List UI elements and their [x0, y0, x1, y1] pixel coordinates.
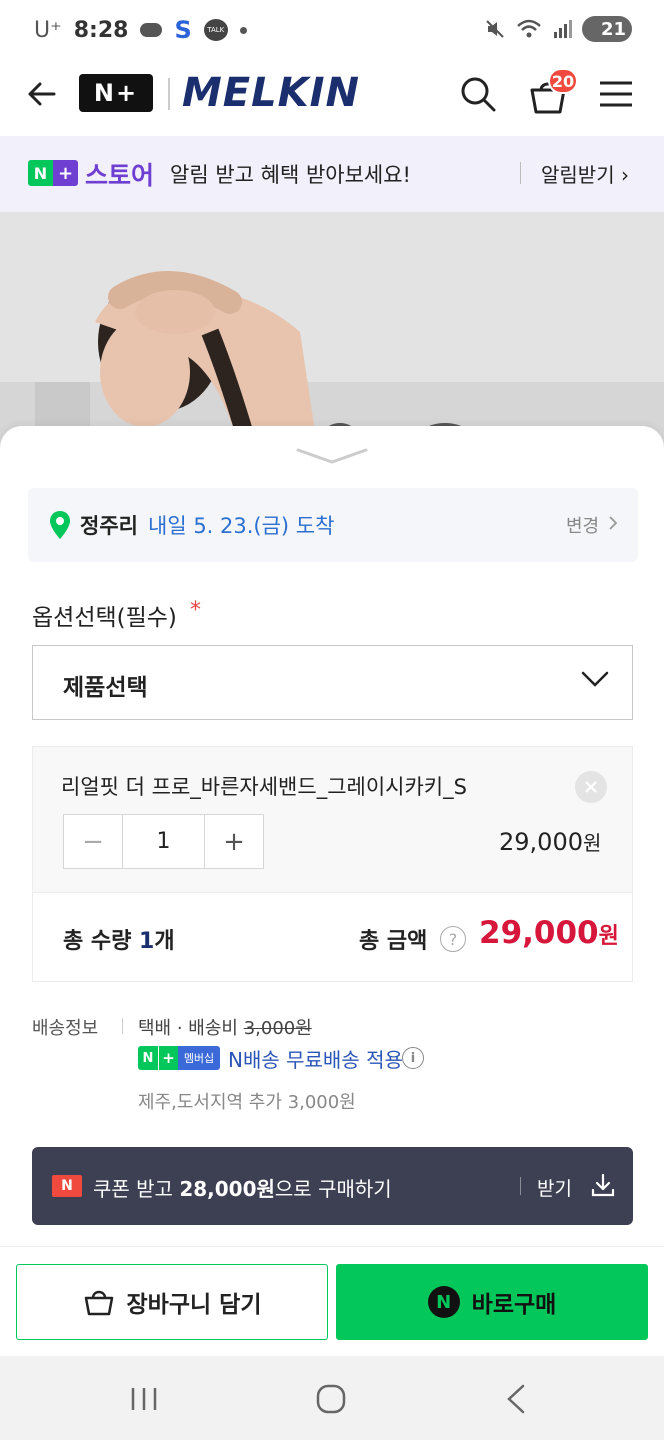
- collapse-chevron-icon[interactable]: [296, 444, 368, 466]
- naver-pay-icon: N: [427, 1286, 460, 1318]
- total-amount: 29,000원: [479, 915, 619, 951]
- system-back-icon[interactable]: [504, 1384, 528, 1414]
- brand-logo[interactable]: MELKIN: [182, 70, 360, 116]
- purchase-action-bar: 장바구니 담기 N 바로구매: [0, 1246, 664, 1356]
- coupon-text-suffix: 으로 구매하기: [274, 1177, 392, 1201]
- total-quantity-value: 1: [139, 929, 155, 954]
- remove-item-icon[interactable]: [575, 771, 607, 803]
- naver-n-badge: N: [52, 1175, 82, 1197]
- quantity-stepper: − 1 +: [63, 814, 264, 869]
- total-quantity-label: 총 수량: [63, 929, 140, 954]
- purchase-bottom-sheet: 정주리 내일 5. 23.(금) 도착 변경 옵션선택(필수) * 제품선택 리…: [0, 426, 664, 1356]
- badge-plus: +: [158, 1046, 178, 1070]
- store-alert-banner[interactable]: N + 스토어 알림 받고 혜택 받아보세요! 알림받기 ›: [0, 136, 664, 212]
- decrease-quantity-button[interactable]: −: [64, 815, 122, 868]
- badge-n: N: [138, 1046, 158, 1070]
- add-to-cart-button[interactable]: 장바구니 담기: [16, 1264, 328, 1340]
- hamburger-menu-icon[interactable]: [598, 80, 634, 108]
- free-shipping-text: N배송 무료배송 적용: [228, 1048, 403, 1072]
- mute-icon: [486, 20, 504, 38]
- coupon-receive-label: 받기: [537, 1178, 572, 1200]
- option-section-title: 옵션선택(필수): [32, 605, 177, 631]
- coupon-download-bar[interactable]: N 쿠폰 받고 28,000원으로 구매하기 받기: [32, 1147, 633, 1225]
- delivery-estimate: 정주리 내일 5. 23.(금) 도착 변경: [28, 488, 638, 562]
- membership-label: 멤버십: [178, 1046, 220, 1070]
- product-photo: [0, 212, 664, 452]
- shopping-basket-icon: [84, 1290, 113, 1316]
- status-bar: U⁺ 8:28 S TALK 21: [0, 0, 664, 62]
- product-image[interactable]: [0, 212, 664, 452]
- increase-quantity-button[interactable]: +: [205, 815, 263, 868]
- shipping-method: 택배 · 배송비 3,000원: [138, 1014, 312, 1040]
- help-icon[interactable]: ?: [440, 926, 466, 952]
- island-surcharge-text: 제주,도서지역 추가 3,000원: [138, 1092, 356, 1113]
- nplus-logo[interactable]: N+: [79, 74, 153, 112]
- quantity-value[interactable]: 1: [122, 815, 205, 868]
- add-to-cart-label: 장바구니 담기: [126, 1292, 262, 1318]
- total-quantity: 총 수량 1개: [63, 923, 175, 955]
- delivery-date: 내일 5. 23.(금) 도착: [148, 514, 335, 538]
- battery-level: 21: [600, 18, 626, 40]
- notification-dot-icon: [239, 26, 247, 34]
- clock: 8:28: [73, 17, 129, 43]
- cart-count-badge: 20: [548, 68, 578, 94]
- kakaotalk-icon: TALK: [203, 19, 228, 41]
- logo-divider: [168, 78, 170, 110]
- change-address-link[interactable]: 변경: [566, 512, 599, 538]
- carrier-label: U⁺: [34, 17, 62, 43]
- s-app-icon: S: [174, 16, 192, 44]
- selected-option-name: 리얼핏 더 프로_바른자세밴드_그레이시카키_S: [61, 775, 467, 799]
- shipping-method-text: 택배 · 배송비: [138, 1018, 244, 1039]
- buy-now-label: 바로구매: [471, 1292, 557, 1318]
- badge-plus: +: [53, 160, 78, 186]
- nplus-store-badge: N +: [28, 160, 78, 186]
- buy-now-button[interactable]: N 바로구매: [336, 1264, 648, 1340]
- home-icon[interactable]: [316, 1384, 346, 1414]
- download-icon: [591, 1173, 615, 1197]
- store-label: 스토어: [85, 161, 155, 190]
- location-pin-icon: [50, 511, 70, 539]
- nplus-membership-badge: N + 멤버십: [138, 1046, 220, 1070]
- app-header: N+ MELKIN 20: [0, 62, 664, 136]
- required-marker: *: [190, 598, 201, 623]
- info-icon[interactable]: i: [402, 1047, 424, 1069]
- signal-icon: [554, 20, 572, 38]
- option-select-label: 제품선택: [63, 675, 148, 701]
- chevron-down-icon: [581, 671, 609, 687]
- alert-subscribe-label: 알림받기: [541, 163, 615, 187]
- system-navigation-bar: [0, 1356, 664, 1440]
- shipping-fee-original: 3,000원: [243, 1018, 312, 1039]
- total-amount-label: 총 금액: [359, 929, 428, 954]
- currency-unit: 원: [598, 924, 619, 949]
- currency-unit: 원: [582, 831, 602, 855]
- battery-indicator: 21: [582, 16, 632, 42]
- order-total: 총 수량 1개 총 금액 ? 29,000원: [32, 892, 633, 982]
- coupon-price: 28,000원: [179, 1177, 275, 1201]
- shipping-info-label: 배송정보: [32, 1018, 99, 1039]
- divider: [520, 162, 521, 184]
- badge-n: N: [28, 160, 53, 186]
- product-option-select[interactable]: 제품선택: [32, 645, 633, 720]
- coupon-message: 쿠폰 받고 28,000원으로 구매하기: [93, 1173, 392, 1202]
- divider: [520, 1177, 521, 1195]
- cloud-icon: [140, 23, 163, 37]
- search-icon[interactable]: [458, 74, 498, 114]
- total-quantity-unit: 개: [154, 929, 175, 954]
- selected-option-item: 리얼핏 더 프로_바른자세밴드_그레이시카키_S − 1 + 29,000원: [32, 746, 633, 892]
- divider: [122, 1018, 123, 1034]
- delivery-recipient: 정주리: [80, 514, 138, 538]
- back-arrow-icon[interactable]: [24, 76, 60, 112]
- alert-subscribe-link[interactable]: 알림받기 ›: [541, 159, 629, 188]
- item-price-value: 29,000: [499, 828, 583, 856]
- total-amount-value: 29,000: [479, 915, 599, 951]
- chevron-right-icon: [609, 516, 618, 530]
- wifi-icon: [517, 19, 541, 38]
- item-price: 29,000원: [499, 827, 601, 856]
- promo-text: 알림 받고 혜택 받아보세요!: [170, 163, 411, 187]
- recent-apps-icon[interactable]: [130, 1386, 158, 1412]
- coupon-text-prefix: 쿠폰 받고: [93, 1177, 180, 1201]
